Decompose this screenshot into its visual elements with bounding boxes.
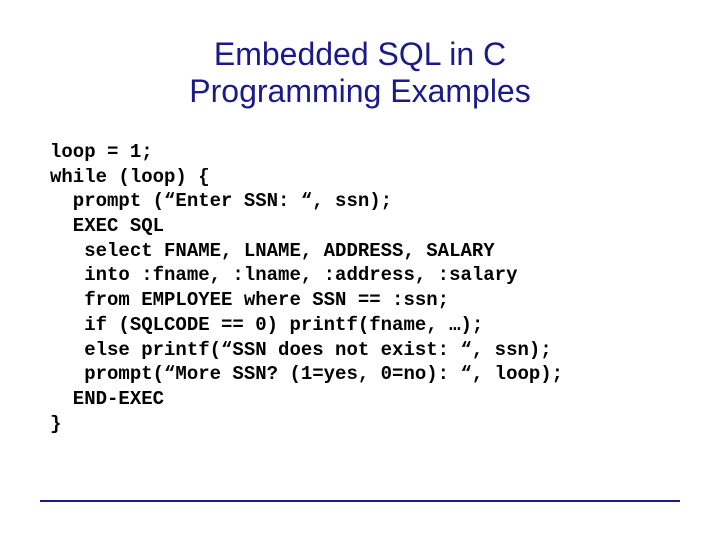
code-line: } <box>50 413 61 435</box>
code-line: select FNAME, LNAME, ADDRESS, SALARY <box>50 240 495 262</box>
code-line: prompt (“Enter SSN: “, ssn); <box>50 190 392 212</box>
code-block: loop = 1; while (loop) { prompt (“Enter … <box>50 140 660 436</box>
title-line-2: Programming Examples <box>189 73 530 109</box>
title-line-1: Embedded SQL in C <box>214 36 506 72</box>
code-line: else printf(“SSN does not exist: “, ssn)… <box>50 339 552 361</box>
code-line: from EMPLOYEE where SSN == :ssn; <box>50 289 449 311</box>
code-line: EXEC SQL <box>50 215 164 237</box>
code-line: prompt(“More SSN? (1=yes, 0=no): “, loop… <box>50 363 563 385</box>
code-line: loop = 1; <box>50 141 153 163</box>
code-line: END-EXEC <box>50 388 164 410</box>
code-line: if (SQLCODE == 0) printf(fname, …); <box>50 314 483 336</box>
code-line: while (loop) { <box>50 166 210 188</box>
slide: Embedded SQL in C Programming Examples l… <box>0 0 720 540</box>
slide-title: Embedded SQL in C Programming Examples <box>0 36 720 110</box>
code-line: into :fname, :lname, :address, :salary <box>50 264 517 286</box>
horizontal-rule <box>40 500 680 502</box>
